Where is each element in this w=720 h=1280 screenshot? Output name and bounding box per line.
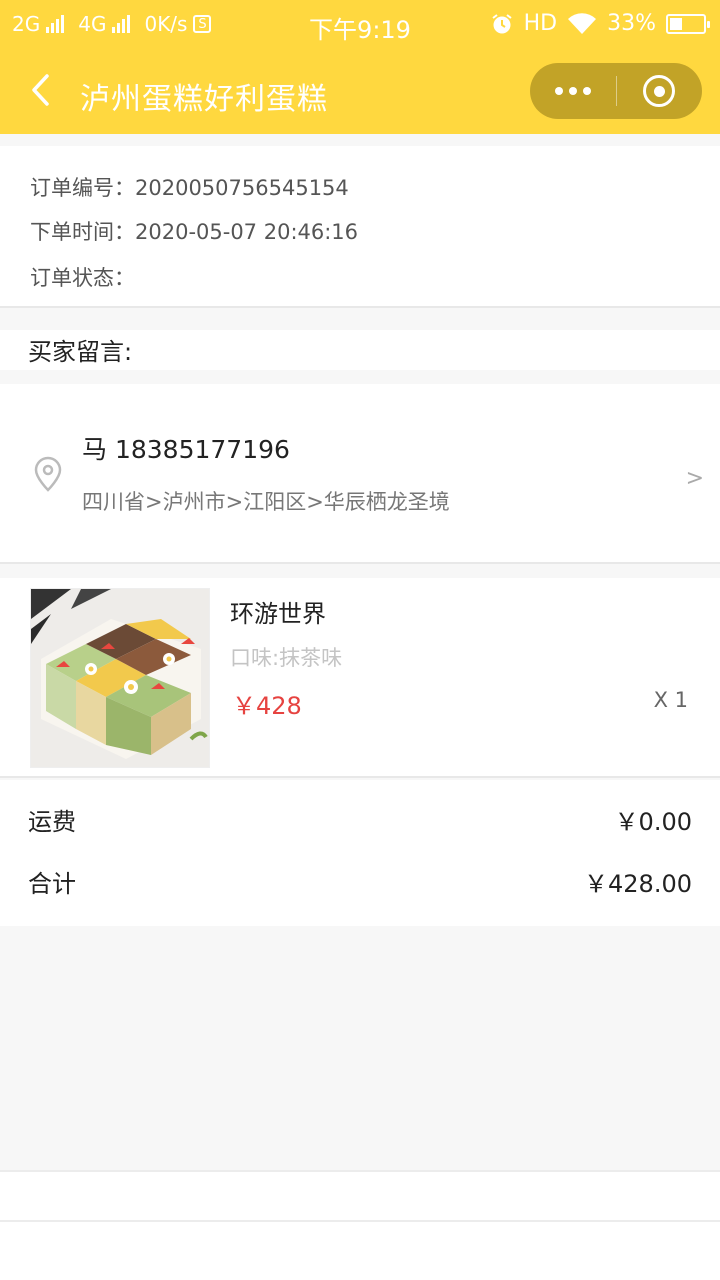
- order-time-value: 2020-05-07 20:46:16: [135, 220, 359, 244]
- bottom-bar: [0, 1172, 720, 1280]
- total-row: 合计 ￥428.00: [28, 864, 692, 899]
- status-bar: 2G 4G 0K/s S 下午9:19 HD 33%: [0, 0, 720, 50]
- recipient-name-phone: 马 18385177196: [82, 435, 290, 464]
- mini-program-capsule: [530, 63, 702, 119]
- order-time-row: 下单时间：2020-05-07 20:46:16: [30, 216, 358, 246]
- chevron-left-icon: [32, 74, 49, 106]
- page-title: 泸州蛋糕好利蛋糕: [80, 82, 328, 117]
- total-value: ￥428.00: [584, 870, 692, 898]
- shipping-label: 运费: [28, 808, 76, 836]
- battery-percent: 33%: [607, 11, 656, 36]
- product-flavor: 口味:抹茶味: [230, 646, 343, 670]
- target-circle-icon: [643, 75, 676, 107]
- order-number-value: 2020050756545154: [135, 176, 349, 200]
- buyer-message-label: 买家留言:: [28, 338, 133, 366]
- order-status-row: 订单状态：: [30, 262, 135, 292]
- product-quantity: X 1: [653, 688, 688, 712]
- back-button[interactable]: [18, 68, 62, 112]
- hd-label: HD: [523, 11, 558, 36]
- alarm-icon: [492, 13, 512, 33]
- app-header: 2G 4G 0K/s S 下午9:19 HD 33% 泸州蛋糕好利蛋糕: [0, 0, 720, 134]
- total-label: 合计: [28, 870, 76, 898]
- order-time-label: 下单时间：: [30, 220, 135, 244]
- shipping-value: ￥0.00: [614, 808, 692, 836]
- order-number-row: 订单编号：2020050756545154: [30, 172, 349, 202]
- totals-card: 运费 ￥0.00 合计 ￥428.00: [0, 780, 720, 926]
- divider: [0, 1220, 720, 1222]
- battery-icon: [666, 13, 710, 34]
- product-name: 环游世界: [230, 600, 326, 628]
- wifi-icon: [568, 12, 597, 34]
- more-dots-icon: [554, 87, 591, 95]
- product-price: ￥428: [232, 692, 302, 720]
- order-status-label: 订单状态：: [30, 266, 135, 290]
- address-line: 四川省>泸州市>江阳区>华辰栖龙圣境: [82, 490, 450, 514]
- address-card[interactable]: 马 18385177196 四川省>泸州市>江阳区>华辰栖龙圣境 >: [0, 384, 720, 564]
- close-mini-program-button[interactable]: [617, 63, 703, 119]
- chevron-right-icon: >: [685, 466, 704, 491]
- title-bar: 泸州蛋糕好利蛋糕: [0, 50, 720, 134]
- product-thumbnail: [30, 588, 210, 768]
- shipping-row: 运费 ￥0.00: [28, 802, 692, 837]
- product-item: 环游世界 口味:抹茶味 ￥428 X 1: [0, 578, 720, 778]
- more-button[interactable]: [530, 63, 616, 119]
- status-right: HD 33%: [490, 11, 710, 36]
- order-number-label: 订单编号：: [30, 176, 135, 200]
- cake-image: [31, 589, 209, 767]
- buyer-message-card: 买家留言:: [0, 330, 720, 370]
- location-pin-icon: [34, 456, 62, 492]
- order-info-card: 订单编号：2020050756545154 下单时间：2020-05-07 20…: [0, 146, 720, 308]
